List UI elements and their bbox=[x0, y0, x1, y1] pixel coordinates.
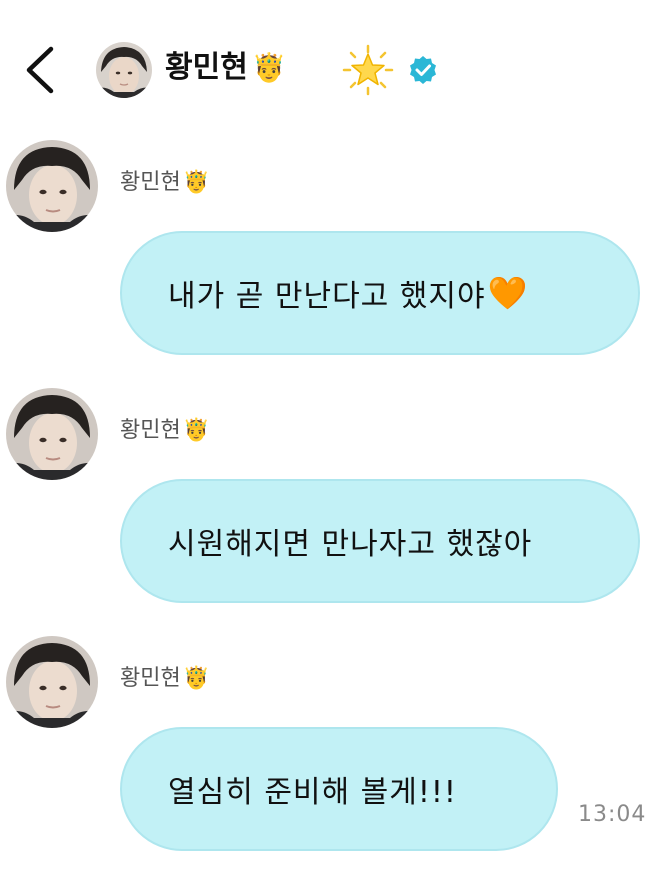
message-bubble[interactable]: 시원해지면 만나자고 했잖아 bbox=[120, 479, 640, 603]
sender-name: 황민현 🤴 bbox=[120, 416, 210, 446]
verified-badge-icon bbox=[410, 56, 436, 84]
sender-name-text: 황민현 bbox=[120, 170, 181, 195]
glowing-star-icon bbox=[342, 44, 394, 96]
chat-title: 황민현 🤴 bbox=[165, 46, 287, 90]
prince-emoji-icon: 🤴 bbox=[182, 418, 211, 443]
sender-avatar[interactable] bbox=[6, 388, 98, 480]
prince-emoji-icon: 🤴 bbox=[182, 170, 211, 195]
chat-title-text: 황민현 bbox=[165, 50, 248, 85]
message-bubble[interactable]: 열심히 준비해 볼게!!! bbox=[120, 727, 558, 851]
sender-avatar[interactable] bbox=[6, 636, 98, 728]
message-bubble[interactable]: 내가 곧 만난다고 했지야 🧡 bbox=[120, 231, 640, 355]
chevron-left-icon bbox=[26, 46, 54, 94]
sender-name: 황민현 🤴 bbox=[120, 168, 210, 198]
sender-name: 황민현 🤴 bbox=[120, 664, 210, 694]
message-text: 내가 곧 만난다고 했지야 bbox=[168, 279, 486, 314]
message-text: 열심히 준비해 볼게!!! bbox=[168, 775, 457, 810]
prince-emoji-icon: 🤴 bbox=[182, 666, 211, 691]
chat-header: 황민현 🤴 bbox=[0, 0, 660, 130]
message-text: 시원해지면 만나자고 했잖아 bbox=[168, 527, 533, 562]
orange-heart-icon: 🧡 bbox=[487, 274, 529, 312]
back-button[interactable] bbox=[20, 44, 60, 96]
message-timestamp: 13:04 bbox=[578, 802, 647, 827]
prince-emoji-icon: 🤴 bbox=[251, 51, 287, 84]
avatar[interactable] bbox=[96, 42, 152, 98]
sender-name-text: 황민현 bbox=[120, 666, 181, 691]
sender-name-text: 황민현 bbox=[120, 418, 181, 443]
sender-avatar[interactable] bbox=[6, 140, 98, 232]
